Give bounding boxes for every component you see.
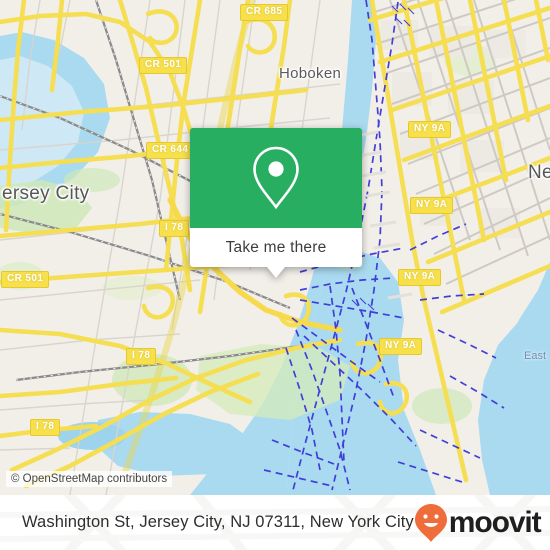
address-text: Washington St, Jersey City, NJ 07311, Ne… <box>22 513 414 531</box>
moovit-brand[interactable]: moovit <box>414 503 542 543</box>
place-label-jersey-city: ersey City <box>2 183 90 204</box>
route-shield: CR 685 <box>240 4 289 21</box>
popup-action-row[interactable]: Take me there <box>190 228 362 267</box>
footer-bar: Washington St, Jersey City, NJ 07311, Ne… <box>0 495 550 550</box>
location-popup-card[interactable]: Take me there <box>190 128 362 278</box>
popup-pointer <box>267 267 285 278</box>
popup-header <box>190 128 362 228</box>
route-shield: I 78 <box>30 419 61 436</box>
route-shield: NY 9A <box>398 269 442 286</box>
route-shield: NY 9A <box>410 197 454 214</box>
route-shield: CR 644 <box>146 142 195 159</box>
footer-content: Washington St, Jersey City, NJ 07311, Ne… <box>0 503 550 543</box>
route-shield: CR 501 <box>1 271 50 288</box>
place-label-new-york: Ne <box>528 162 550 183</box>
water-label-east-river: East <box>524 350 547 362</box>
map-canvas[interactable]: CR 685 CR 501 NY 9A CR 644 NY 9A I 78 CR… <box>0 0 550 495</box>
map-pin-icon <box>253 146 299 210</box>
take-me-there-label: Take me there <box>225 238 327 256</box>
route-shield: NY 9A <box>408 121 452 138</box>
route-shield: I 78 <box>126 348 157 365</box>
route-shield: CR 501 <box>139 57 188 74</box>
place-label-hoboken: Hoboken <box>279 65 342 82</box>
route-shield: NY 9A <box>379 338 423 355</box>
moovit-map-screenshot: CR 685 CR 501 NY 9A CR 644 NY 9A I 78 CR… <box>0 0 550 550</box>
osm-attribution[interactable]: © OpenStreetMap contributors <box>6 471 173 487</box>
route-shield: I 78 <box>159 220 190 237</box>
moovit-wordmark: moovit <box>448 505 542 539</box>
moovit-smiley-pin-icon <box>414 503 447 542</box>
